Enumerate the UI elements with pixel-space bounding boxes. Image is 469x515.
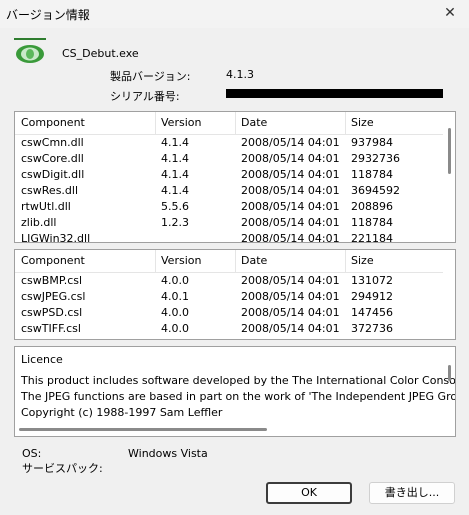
table-cell: cswPSD.csl [21,306,83,319]
version-value: 4.1.3 [226,68,254,81]
table-cell: 1.2.3 [161,216,189,229]
table-row[interactable]: cswPSD.csl 4.0.0 2008/05/14 04:01 147456 [15,305,443,321]
column-divider[interactable] [155,250,156,272]
table-cell: 937984 [351,136,393,149]
table-cell: 2008/05/14 04:01 [241,136,340,149]
column-divider[interactable] [345,112,346,134]
version-label: 製品バージョン: [110,70,191,83]
table-cell: rtwUtl.dll [21,200,71,213]
table-cell: 118784 [351,216,393,229]
table-cell: 4.1.4 [161,184,189,197]
vertical-scrollbar[interactable] [448,128,451,174]
os-label: OS: [22,447,42,460]
table-row[interactable]: cswJPEG.csl 4.0.1 2008/05/14 04:01 294912 [15,289,443,305]
table-cell: 4.1.4 [161,168,189,181]
table-cell: zlib.dll [21,216,57,229]
licence-line: Copyright (c) 1988-1997 Sam Leffler [21,406,223,419]
table-cell: 2008/05/14 04:01 [241,232,340,243]
licence-box[interactable]: Licence This product includes software d… [14,346,456,437]
horizontal-scrollbar[interactable] [19,428,267,431]
table-cell: 4.0.1 [161,290,189,303]
table-cell: LIGWin32.dll [21,232,91,243]
column-divider[interactable] [345,250,346,272]
table-row[interactable]: cswCmn.dll 4.1.4 2008/05/14 04:01 937984 [15,135,443,151]
table-cell: 4.1.4 [161,136,189,149]
table-cell: 147456 [351,306,393,319]
table-cell: 208896 [351,200,393,213]
table-cell: 2008/05/14 04:01 [241,184,340,197]
table-cell: cswCore.dll [21,152,84,165]
exe-name: CS_Debut.exe [62,47,139,60]
table-cell: 5.5.6 [161,200,189,213]
column-divider[interactable] [235,112,236,134]
close-icon[interactable]: ✕ [441,4,459,22]
table-row[interactable]: LIGWin32.dll 2008/05/14 04:01 221184 [15,231,443,243]
column-divider[interactable] [235,250,236,272]
table-cell: cswCmn.dll [21,136,84,149]
table-cell: 294912 [351,290,393,303]
window-title: バージョン情報 [6,8,90,22]
table-cell: 2008/05/14 04:01 [241,216,340,229]
header-component[interactable]: Component [21,251,85,271]
header-date[interactable]: Date [241,113,267,133]
table-cell: 2008/05/14 04:01 [241,306,340,319]
licence-line: This product includes software developed… [21,374,456,387]
app-icon [14,38,46,63]
serial-redacted [226,89,443,98]
table-cell: cswRes.dll [21,184,79,197]
table-cell: 2008/05/14 04:01 [241,168,340,181]
table-cell: 372736 [351,322,393,335]
csl-grid: Component Version Date Size cswBMP.csl 4.… [15,250,443,337]
table-cell: 4.0.0 [161,306,189,319]
licence-title: Licence [21,353,63,366]
header-component[interactable]: Component [21,113,85,133]
csl-header-row: Component Version Date Size [15,250,443,273]
title-bar: バージョン情報 ✕ [0,0,469,28]
os-value: Windows Vista [128,447,208,460]
ok-button[interactable]: OK [266,482,352,504]
header-version[interactable]: Version [161,113,201,133]
table-cell: cswDigit.dll [21,168,85,181]
table-cell: 2008/05/14 04:01 [241,322,340,335]
table-cell: cswTIFF.csl [21,322,81,335]
table-cell: 2008/05/14 04:01 [241,290,340,303]
dll-header-row: Component Version Date Size [15,112,443,135]
table-cell: 131072 [351,274,393,287]
table-cell: 2008/05/14 04:01 [241,274,340,287]
table-cell: 4.0.0 [161,274,189,287]
header-version[interactable]: Version [161,251,201,271]
dll-grid: Component Version Date Size cswCmn.dll 4.… [15,112,443,243]
table-cell: cswBMP.csl [21,274,83,287]
export-button[interactable]: 書き出し... [369,482,455,504]
service-pack-label: サービスパック: [22,462,103,475]
table-cell: 4.0.0 [161,322,189,335]
table-row[interactable]: rtwUtl.dll 5.5.6 2008/05/14 04:01 208896 [15,199,443,215]
table-cell: cswJPEG.csl [21,290,86,303]
licence-line: The JPEG functions are based in part on … [21,390,456,403]
serial-label: シリアル番号: [110,90,180,103]
table-cell: 2932736 [351,152,400,165]
table-cell: 221184 [351,232,393,243]
column-divider[interactable] [155,112,156,134]
table-cell: 3694592 [351,184,400,197]
table-row[interactable]: zlib.dll 1.2.3 2008/05/14 04:01 118784 [15,215,443,231]
csl-component-list[interactable]: Component Version Date Size cswBMP.csl 4.… [14,249,456,340]
table-row[interactable]: cswTIFF.csl 4.0.0 2008/05/14 04:01 372736 [15,321,443,337]
table-cell: 118784 [351,168,393,181]
table-row[interactable]: cswCore.dll 4.1.4 2008/05/14 04:01 2932736 [15,151,443,167]
table-row[interactable]: cswBMP.csl 4.0.0 2008/05/14 04:01 131072 [15,273,443,289]
table-row[interactable]: cswDigit.dll 4.1.4 2008/05/14 04:01 118784 [15,167,443,183]
header-size[interactable]: Size [351,251,374,271]
table-cell: 2008/05/14 04:01 [241,200,340,213]
table-cell: 2008/05/14 04:01 [241,152,340,165]
table-cell: 4.1.4 [161,152,189,165]
vertical-scrollbar[interactable] [448,365,451,381]
table-row[interactable]: cswRes.dll 4.1.4 2008/05/14 04:01 3694592 [15,183,443,199]
header-size[interactable]: Size [351,113,374,133]
header-date[interactable]: Date [241,251,267,271]
dll-component-list[interactable]: Component Version Date Size cswCmn.dll 4.… [14,111,456,243]
